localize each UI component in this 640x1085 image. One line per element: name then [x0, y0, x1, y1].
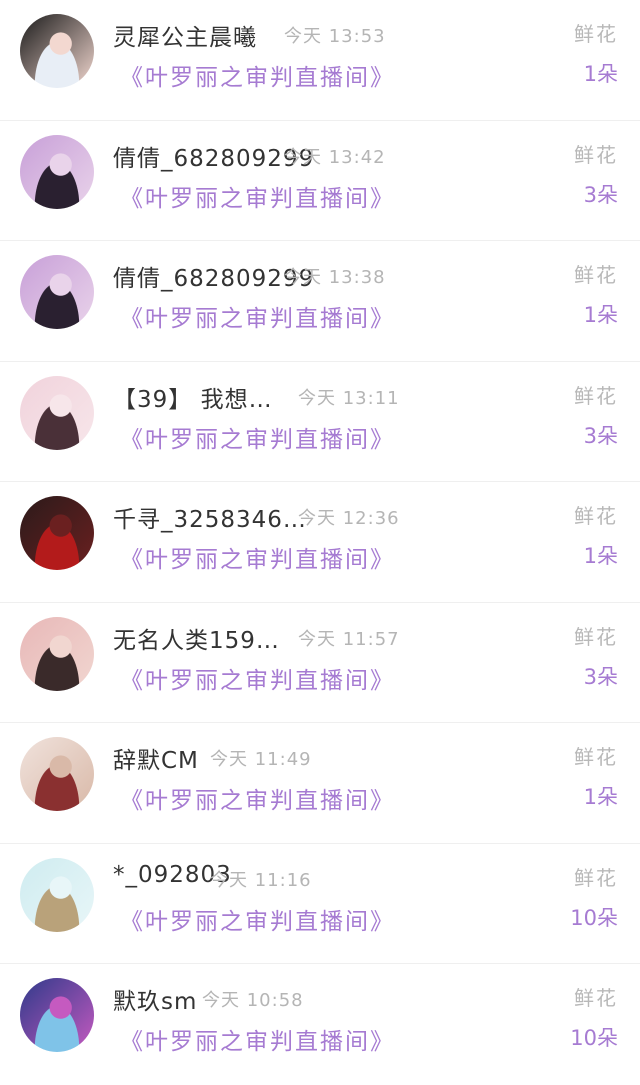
avatar[interactable] — [20, 496, 94, 570]
gift-type: 鲜花 — [574, 383, 618, 408]
live-room-name: 《叶罗丽之审判直播间》 — [120, 547, 395, 573]
username: 【39】 我想… — [113, 386, 273, 413]
avatar[interactable] — [20, 857, 94, 932]
list-item[interactable]: *_092803 今天 11:16 《叶罗丽之审判直播间》 鲜花 10朵 — [0, 844, 640, 964]
gift-type: 鲜花 — [574, 263, 618, 287]
gift-type: 鲜花 — [574, 865, 618, 890]
live-room-name: 《叶罗丽之审判直播间》 — [120, 306, 395, 332]
username: 默玖sm — [113, 989, 198, 1015]
live-room-name: 《叶罗丽之审判直播间》 — [120, 65, 395, 91]
list-item[interactable]: 【39】 我想… 今天 13:11 《叶罗丽之审判直播间》 鲜花 3朵 — [0, 362, 640, 482]
avatar[interactable] — [20, 616, 94, 691]
avatar[interactable] — [20, 375, 94, 450]
gift-count: 1朵 — [583, 303, 618, 327]
list-item[interactable]: 倩倩_682809299 今天 13:42 《叶罗丽之审判直播间》 鲜花 3朵 — [0, 121, 640, 241]
avatar[interactable] — [20, 14, 94, 88]
gift-count: 10朵 — [570, 1026, 618, 1050]
gift-count: 3朵 — [583, 423, 618, 448]
timestamp: 今天 11:49 — [210, 749, 312, 770]
gift-type: 鲜花 — [574, 745, 618, 769]
username: 辞默CM — [113, 748, 199, 774]
timestamp: 今天 11:16 — [210, 869, 312, 891]
list-item[interactable]: 无名人类159… 今天 11:57 《叶罗丽之审判直播间》 鲜花 3朵 — [0, 603, 640, 723]
timestamp: 今天 12:36 — [298, 508, 400, 529]
username: 无名人类159… — [113, 627, 280, 654]
live-room-name: 《叶罗丽之审判直播间》 — [120, 667, 395, 694]
live-room-name: 《叶罗丽之审判直播间》 — [120, 1029, 395, 1055]
gift-type: 鲜花 — [574, 986, 618, 1010]
gift-type: 鲜花 — [574, 624, 618, 649]
avatar[interactable] — [20, 737, 94, 811]
gift-count: 1朵 — [583, 544, 618, 568]
live-room-name: 《叶罗丽之审判直播间》 — [120, 426, 395, 453]
live-room-name: 《叶罗丽之审判直播间》 — [120, 908, 395, 935]
list-item[interactable]: 灵犀公主晨曦 今天 13:53 《叶罗丽之审判直播间》 鲜花 1朵 — [0, 0, 640, 121]
list-item[interactable]: 辞默CM 今天 11:49 《叶罗丽之审判直播间》 鲜花 1朵 — [0, 723, 640, 844]
timestamp: 今天 13:38 — [284, 267, 386, 288]
list-item[interactable]: 千寻_3258346… 今天 12:36 《叶罗丽之审判直播间》 鲜花 1朵 — [0, 482, 640, 603]
avatar[interactable] — [20, 134, 94, 209]
gift-count: 1朵 — [583, 62, 618, 86]
gift-record-list: 灵犀公主晨曦 今天 13:53 《叶罗丽之审判直播间》 鲜花 1朵 倩倩_682… — [0, 0, 640, 1074]
timestamp: 今天 11:57 — [298, 628, 400, 650]
live-room-name: 《叶罗丽之审判直播间》 — [120, 788, 395, 814]
username: 千寻_3258346… — [113, 507, 307, 533]
timestamp: 今天 13:11 — [298, 387, 400, 409]
gift-type: 鲜花 — [574, 142, 618, 167]
avatar[interactable] — [20, 255, 94, 329]
username: 灵犀公主晨曦 — [113, 25, 257, 51]
avatar[interactable] — [20, 978, 94, 1052]
live-room-name: 《叶罗丽之审判直播间》 — [120, 185, 395, 212]
gift-count: 10朵 — [570, 905, 618, 930]
timestamp: 今天 10:58 — [202, 990, 304, 1011]
gift-count: 3朵 — [583, 182, 618, 207]
list-item[interactable]: 倩倩_682809299 今天 13:38 《叶罗丽之审判直播间》 鲜花 1朵 — [0, 241, 640, 362]
timestamp: 今天 13:53 — [284, 26, 386, 47]
gift-type: 鲜花 — [574, 22, 618, 46]
list-item[interactable]: 默玖sm 今天 10:58 《叶罗丽之审判直播间》 鲜花 10朵 — [0, 964, 640, 1085]
timestamp: 今天 13:42 — [284, 146, 386, 168]
gift-type: 鲜花 — [574, 504, 618, 528]
gift-count: 1朵 — [583, 785, 618, 809]
gift-count: 3朵 — [583, 664, 618, 689]
